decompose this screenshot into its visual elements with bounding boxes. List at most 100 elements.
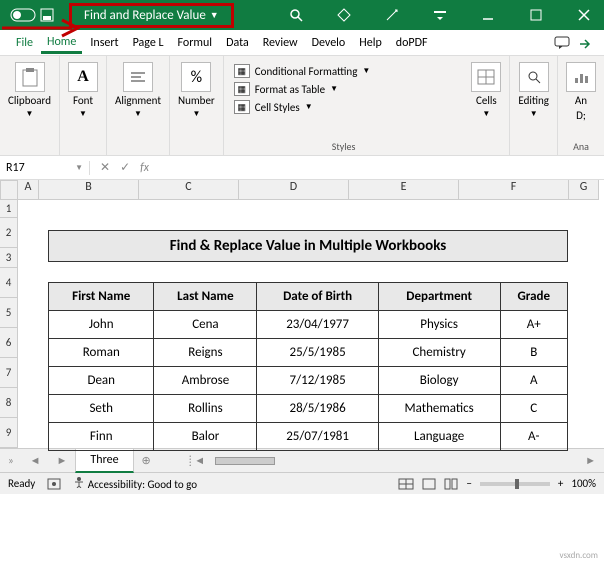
clipboard-button[interactable]: Clipboard ▼ — [8, 62, 51, 119]
table-cell[interactable]: 28/5/1986 — [257, 395, 378, 423]
macro-record-icon[interactable] — [47, 478, 61, 490]
font-icon: A — [68, 62, 98, 92]
row-head-9[interactable]: 9 — [0, 418, 18, 448]
tab-formulas[interactable]: Formul — [172, 32, 219, 54]
table-cell[interactable]: Balor — [154, 423, 257, 451]
expand-tabs-icon[interactable]: » — [0, 454, 22, 467]
zoom-level[interactable]: 100% — [571, 477, 596, 490]
table-cell[interactable]: Seth — [49, 395, 154, 423]
row-head-6[interactable]: 6 — [0, 328, 18, 358]
accessibility-status[interactable]: Accessibility: Good to go — [73, 476, 197, 491]
table-cell[interactable]: Language — [378, 423, 500, 451]
conditional-formatting[interactable]: ▦Conditional Formatting ▼ — [234, 62, 454, 80]
row-head-4[interactable]: 4 — [0, 268, 18, 298]
number-label: Number — [178, 94, 215, 107]
table-cell[interactable]: B — [500, 339, 568, 367]
table-cell[interactable]: Biology — [378, 367, 500, 395]
tab-page-layout[interactable]: Page L — [127, 32, 170, 54]
col-head-A[interactable]: A — [18, 180, 39, 200]
table-cell[interactable]: Finn — [49, 423, 154, 451]
col-head-F[interactable]: F — [459, 180, 569, 200]
view-pagebreak-icon[interactable] — [444, 478, 458, 490]
comments-icon[interactable] — [554, 36, 570, 50]
analyze-label2: D; — [576, 109, 586, 122]
status-ready: Ready — [8, 477, 35, 490]
format-as-table[interactable]: ▦Format as Table ▼ — [234, 80, 454, 98]
table-cell[interactable]: C — [500, 395, 568, 423]
chevron-down-icon[interactable]: ▼ — [210, 10, 219, 21]
chevron-down-icon[interactable]: ▼ — [75, 163, 83, 173]
table-cell[interactable]: Chemistry — [378, 339, 500, 367]
col-head-C[interactable]: C — [139, 180, 239, 200]
row-head-5[interactable]: 5 — [0, 298, 18, 328]
cell-styles[interactable]: ▦Cell Styles ▼ — [234, 98, 454, 116]
tab-dopdf[interactable]: doPDF — [390, 32, 434, 54]
table-cell[interactable]: Roman — [49, 339, 154, 367]
table-cell[interactable]: A — [500, 367, 568, 395]
new-sheet-icon[interactable]: ⊕ — [134, 454, 159, 467]
th-lastname: Last Name — [154, 283, 257, 311]
table-cell[interactable]: Rollins — [154, 395, 257, 423]
tab-splitter[interactable]: ⁞ ◄ — [189, 454, 205, 467]
ribbon-options-icon[interactable] — [420, 0, 460, 30]
table-cell[interactable]: 25/5/1985 — [257, 339, 378, 367]
table-cell[interactable]: Mathematics — [378, 395, 500, 423]
row-head-2[interactable]: 2 — [0, 218, 18, 248]
font-button[interactable]: A Font ▼ — [68, 62, 98, 119]
table-cell[interactable]: A+ — [500, 311, 568, 339]
prev-sheet-icon[interactable]: ◄ — [22, 454, 49, 467]
number-button[interactable]: % Number ▼ — [178, 62, 215, 119]
minimize-icon[interactable] — [468, 0, 508, 30]
analyze-button[interactable]: An D; — [566, 62, 596, 122]
table-cell[interactable]: Reigns — [154, 339, 257, 367]
tab-developer[interactable]: Develo — [306, 32, 352, 54]
fx-icon[interactable]: fx — [140, 161, 149, 175]
view-normal-icon[interactable] — [398, 478, 414, 490]
grid-cells[interactable]: Find & Replace Value in Multiple Workboo… — [18, 200, 604, 448]
table-cell[interactable]: A- — [500, 423, 568, 451]
tab-review[interactable]: Review — [257, 32, 304, 54]
sheet-tab-three[interactable]: Three — [75, 448, 133, 473]
editing-button[interactable]: Editing ▼ — [518, 62, 549, 119]
alignment-button[interactable]: Alignment ▼ — [115, 62, 161, 119]
group-editing: Editing ▼ — [510, 56, 558, 155]
scroll-right-icon[interactable]: ► — [577, 454, 604, 467]
row-head-8[interactable]: 8 — [0, 388, 18, 418]
zoom-out-icon[interactable]: − — [466, 477, 471, 490]
close-icon[interactable] — [564, 0, 604, 30]
tab-help[interactable]: Help — [353, 32, 388, 54]
view-page-icon[interactable] — [422, 478, 436, 490]
col-head-B[interactable]: B — [39, 180, 139, 200]
table-cell[interactable]: 23/04/1977 — [257, 311, 378, 339]
col-head-E[interactable]: E — [349, 180, 459, 200]
diamond-icon[interactable] — [324, 0, 364, 30]
table-cell[interactable]: 7/12/1985 — [257, 367, 378, 395]
table-cell[interactable]: Cena — [154, 311, 257, 339]
cells-button[interactable]: Cells ▼ — [471, 62, 501, 119]
tab-insert[interactable]: Insert — [84, 32, 124, 54]
cellstyle-icon: ▦ — [234, 100, 250, 114]
enter-icon[interactable]: ✓ — [120, 160, 130, 175]
tab-data[interactable]: Data — [220, 32, 255, 54]
col-head-D[interactable]: D — [239, 180, 349, 200]
name-box[interactable]: R17 ▼ — [0, 161, 90, 175]
maximize-icon[interactable] — [516, 0, 556, 30]
col-head-G[interactable]: G — [569, 180, 599, 200]
cancel-icon[interactable]: ✕ — [100, 160, 110, 175]
table-cell[interactable]: Dean — [49, 367, 154, 395]
hscroll-thumb[interactable] — [215, 457, 275, 465]
next-sheet-icon[interactable]: ► — [49, 454, 76, 467]
wand-icon[interactable] — [372, 0, 412, 30]
table-cell[interactable]: John — [49, 311, 154, 339]
search-icon[interactable] — [276, 0, 316, 30]
row-head-3[interactable]: 3 — [0, 248, 18, 268]
row-head-7[interactable]: 7 — [0, 358, 18, 388]
row-head-1[interactable]: 1 — [0, 200, 18, 218]
zoom-in-icon[interactable]: + — [558, 477, 563, 490]
table-cell[interactable]: Physics — [378, 311, 500, 339]
share-icon[interactable] — [578, 36, 594, 50]
zoom-slider[interactable] — [480, 482, 550, 486]
table-cell[interactable]: 25/07/1981 — [257, 423, 378, 451]
select-all-corner[interactable] — [0, 180, 18, 200]
table-cell[interactable]: Ambrose — [154, 367, 257, 395]
